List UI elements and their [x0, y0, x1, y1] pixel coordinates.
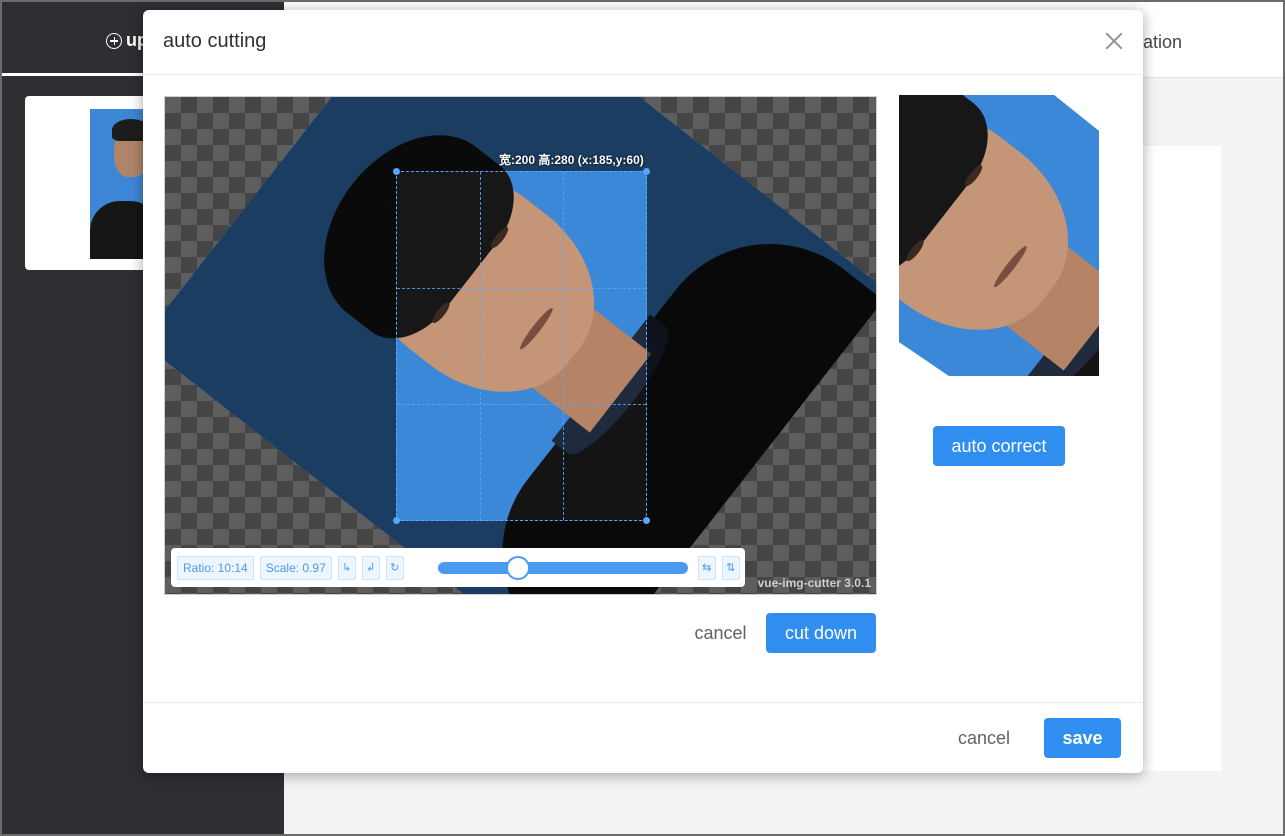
- reset-rotation-icon[interactable]: ↻: [385, 555, 404, 580]
- flip-vertical-icon[interactable]: ⇅: [721, 555, 740, 580]
- cutter-watermark: vue-img-cutter 3.0.1: [757, 576, 871, 590]
- crop-handle-bottom-right[interactable]: [643, 517, 650, 524]
- rotate-left-icon[interactable]: ↳: [337, 555, 356, 580]
- crop-box[interactable]: [396, 171, 647, 521]
- footer-divider: [143, 702, 1143, 703]
- close-icon[interactable]: [1103, 30, 1125, 52]
- cutter-toolbar: Ratio: 10:14 Scale: 0.97 ↳ ↲ ↻ ⇆ ⇅: [171, 548, 745, 587]
- cutter-cancel-button[interactable]: cancel: [683, 613, 758, 653]
- scale-tag[interactable]: Scale: 0.97: [259, 555, 332, 580]
- save-button[interactable]: save: [1044, 718, 1121, 758]
- flip-horizontal-icon[interactable]: ⇆: [697, 555, 716, 580]
- slider-thumb[interactable]: [505, 555, 530, 580]
- dialog-cancel-button[interactable]: cancel: [943, 718, 1025, 758]
- ratio-tag[interactable]: Ratio: 10:14: [177, 555, 254, 580]
- auto-correct-button[interactable]: auto correct: [933, 426, 1065, 466]
- crop-size-info: 宽:200 高:280 (x:185,y:60): [499, 153, 644, 167]
- dialog-title: auto cutting: [163, 30, 267, 52]
- auto-cutting-dialog: auto cutting 宽:200 高:280 (x:185,y:60) vu…: [143, 10, 1143, 773]
- crop-preview: [899, 95, 1099, 376]
- crop-handle-top-left[interactable]: [393, 168, 400, 175]
- image-cutter-canvas[interactable]: 宽:200 高:280 (x:185,y:60) vue-img-cutter …: [164, 96, 877, 595]
- dialog-header: auto cutting: [143, 10, 1143, 75]
- rotate-right-icon[interactable]: ↲: [361, 555, 380, 580]
- crop-handle-bottom-left[interactable]: [393, 517, 400, 524]
- cut-down-button[interactable]: cut down: [766, 613, 876, 653]
- crop-handle-top-right[interactable]: [643, 168, 650, 175]
- rotation-slider[interactable]: [437, 555, 688, 580]
